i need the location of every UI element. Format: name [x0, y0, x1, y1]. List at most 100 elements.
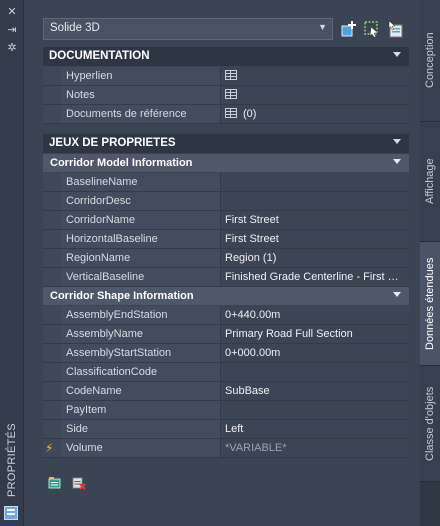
table-icon[interactable] — [225, 108, 237, 118]
collapse-icon[interactable] — [393, 159, 401, 164]
property-name: Notes — [61, 86, 221, 104]
row-gutter — [43, 401, 61, 419]
add-selected-icon[interactable] — [340, 20, 358, 38]
collapse-icon[interactable] — [393, 292, 401, 297]
property-row[interactable]: AssemblyEndStation 0+440.00m — [43, 306, 409, 325]
section-property-sets[interactable]: JEUX DE PROPRIETES — [43, 134, 409, 153]
remove-property-set-icon[interactable] — [72, 476, 86, 490]
collapse-icon[interactable] — [393, 139, 401, 144]
property-name: HorizontalBaseline — [61, 230, 221, 248]
property-name: CodeName — [61, 382, 221, 400]
property-row[interactable]: CodeName SubBase — [43, 382, 409, 401]
row-gutter — [43, 67, 61, 85]
property-sets-icon[interactable] — [48, 476, 62, 490]
tab-conception[interactable]: Conception — [420, 0, 440, 122]
property-row[interactable]: CorridorDesc — [43, 192, 409, 211]
property-row[interactable]: AssemblyStartStation 0+000.00m — [43, 344, 409, 363]
selector-row: Solide 3D ▼ — [43, 18, 433, 40]
property-row-hyperlink[interactable]: Hyperlien — [43, 67, 409, 86]
property-name: Side — [61, 420, 221, 438]
property-value[interactable] — [221, 173, 409, 191]
value-text: (0) — [243, 108, 257, 120]
property-value[interactable] — [221, 86, 409, 104]
property-value[interactable]: SubBase — [221, 382, 409, 400]
group-title: Corridor Model Information — [50, 157, 193, 169]
row-gutter — [43, 268, 61, 286]
section-documentation[interactable]: DOCUMENTATION — [43, 47, 409, 66]
property-name: CorridorDesc — [61, 192, 221, 210]
property-grid: DOCUMENTATION Hyperlien Notes Documents … — [43, 47, 409, 458]
section-title: JEUX DE PROPRIETES — [49, 137, 176, 149]
chevron-down-icon: ▼ — [318, 22, 327, 32]
property-value[interactable]: First Street — [221, 230, 409, 248]
property-name: AssemblyName — [61, 325, 221, 343]
property-value[interactable]: (0) — [221, 105, 409, 123]
row-gutter — [43, 306, 61, 324]
row-gutter — [43, 344, 61, 362]
row-gutter: ⚡ — [43, 439, 61, 457]
property-value[interactable]: Region (1) — [221, 249, 409, 267]
property-row[interactable]: Side Left — [43, 420, 409, 439]
group-corridor-shape[interactable]: Corridor Shape Information — [43, 287, 409, 305]
property-value[interactable]: 0+440.00m — [221, 306, 409, 324]
property-name: RegionName — [61, 249, 221, 267]
property-value[interactable] — [221, 363, 409, 381]
row-gutter — [43, 211, 61, 229]
property-value[interactable] — [221, 192, 409, 210]
property-name: Hyperlien — [61, 67, 221, 85]
row-gutter — [43, 325, 61, 343]
property-value[interactable] — [221, 67, 409, 85]
property-row[interactable]: RegionName Region (1) — [43, 249, 409, 268]
property-name: PayItem — [61, 401, 221, 419]
property-value[interactable] — [221, 401, 409, 419]
property-name: CorridorName — [61, 211, 221, 229]
row-gutter — [43, 363, 61, 381]
row-gutter — [43, 382, 61, 400]
row-gutter — [43, 86, 61, 104]
palette-title-bar: ✕ ⇥ ✲ PROPRIÉTÉS — [0, 0, 24, 526]
property-row[interactable]: PayItem — [43, 401, 409, 420]
property-name: AssemblyStartStation — [61, 344, 221, 362]
property-value[interactable]: Finished Grade Centerline - First Street — [221, 268, 409, 286]
tab-affichage[interactable]: Affichage — [420, 122, 440, 242]
row-gutter — [43, 105, 61, 123]
group-corridor-model[interactable]: Corridor Model Information — [43, 154, 409, 172]
property-name: BaselineName — [61, 173, 221, 191]
row-gutter — [43, 249, 61, 267]
row-gutter — [43, 192, 61, 210]
property-value[interactable]: *VARIABLE* — [221, 439, 409, 457]
property-row[interactable]: HorizontalBaseline First Street — [43, 230, 409, 249]
tab-donnees-etendues[interactable]: Données étendues — [420, 242, 440, 366]
property-row[interactable]: ClassificationCode — [43, 363, 409, 382]
lightning-icon: ⚡ — [45, 441, 54, 455]
toggle-pickadd-icon[interactable] — [387, 20, 405, 38]
property-value[interactable]: Primary Road Full Section — [221, 325, 409, 343]
property-row-notes[interactable]: Notes — [43, 86, 409, 105]
table-icon[interactable] — [225, 70, 237, 80]
auto-hide-icon[interactable]: ⇥ — [5, 24, 19, 36]
property-value[interactable]: 0+000.00m — [221, 344, 409, 362]
group-title: Corridor Shape Information — [50, 290, 194, 302]
property-name: Volume — [61, 439, 221, 457]
close-icon[interactable]: ✕ — [5, 6, 19, 18]
object-type-select[interactable]: Solide 3D ▼ — [43, 18, 333, 40]
palette-title: PROPRIÉTÉS — [6, 423, 18, 497]
tab-classe-objets[interactable]: Classe d'objets — [420, 366, 440, 482]
property-name: AssemblyEndStation — [61, 306, 221, 324]
property-value[interactable]: Left — [221, 420, 409, 438]
collapse-icon[interactable] — [393, 52, 401, 57]
property-row[interactable]: BaselineName — [43, 173, 409, 192]
quick-select-icon[interactable] — [363, 20, 381, 38]
row-gutter — [43, 173, 61, 191]
palette-properties-icon[interactable] — [4, 506, 18, 520]
property-value[interactable]: First Street — [221, 211, 409, 229]
object-type-value: Solide 3D — [50, 22, 100, 34]
property-name: Documents de référence — [61, 105, 221, 123]
property-row-volume[interactable]: ⚡ Volume *VARIABLE* — [43, 439, 409, 458]
table-icon[interactable] — [225, 89, 237, 99]
settings-icon[interactable]: ✲ — [5, 42, 19, 54]
property-row[interactable]: CorridorName First Street — [43, 211, 409, 230]
property-row[interactable]: AssemblyName Primary Road Full Section — [43, 325, 409, 344]
property-row-reference-docs[interactable]: Documents de référence (0) — [43, 105, 409, 124]
property-row[interactable]: VerticalBaseline Finished Grade Centerli… — [43, 268, 409, 287]
